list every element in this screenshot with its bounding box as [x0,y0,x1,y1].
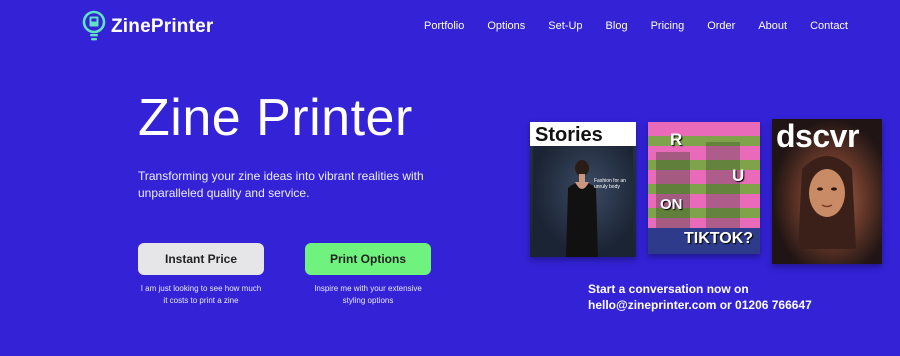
nav-options[interactable]: Options [487,20,525,32]
instant-price-button[interactable]: Instant Price [138,243,264,275]
nav-order[interactable]: Order [707,20,735,32]
magazine-stories-tagline: Fashion for an unruly body [594,178,626,190]
nav-portfolio[interactable]: Portfolio [424,20,464,32]
magazine-tiktok-image: R U ON TIKTOK? [648,122,760,254]
magazine-stories-image: Stories Fashion for an unruly body [530,122,636,257]
portrait-face-illustration [798,156,856,249]
brand-logo[interactable]: ZinePrinter [82,10,214,44]
print-options-button[interactable]: Print Options [305,243,431,275]
nav-about[interactable]: About [758,20,787,32]
hero-title: Zine Printer [138,89,413,147]
tiktok-word-r: R [670,130,683,149]
tiktok-word-u: U [732,166,745,185]
instant-price-caption: I am just looking to see how much it cos… [140,284,262,305]
tiktok-word-tiktok: TIKTOK? [684,230,754,247]
main-nav: Portfolio Options Set-Up Blog Pricing Or… [424,20,848,32]
magazine-dscvr-title: dscvr [776,119,859,154]
print-options-caption: Inspire me with your extensive styling o… [314,284,422,305]
contact-line-2[interactable]: hello@zineprinter.com or 01206 766647 [588,297,812,313]
nav-set-up[interactable]: Set-Up [548,20,582,32]
magazine-stories-title: Stories [535,124,603,146]
contact-block: Start a conversation now on hello@zinepr… [588,281,812,313]
contact-line-1: Start a conversation now on [588,282,749,296]
lightbulb-icon [82,10,106,41]
hero-subtitle: Transforming your zine ideas into vibran… [138,169,424,200]
brand-name: ZinePrinter [111,16,214,37]
nav-blog[interactable]: Blog [606,20,628,32]
nav-contact[interactable]: Contact [810,20,848,32]
magazine-dscvr-image: dscvr [772,119,882,264]
tiktok-word-on: ON [660,196,683,213]
woman-figure-illustration [566,160,598,257]
nav-pricing[interactable]: Pricing [651,20,685,32]
